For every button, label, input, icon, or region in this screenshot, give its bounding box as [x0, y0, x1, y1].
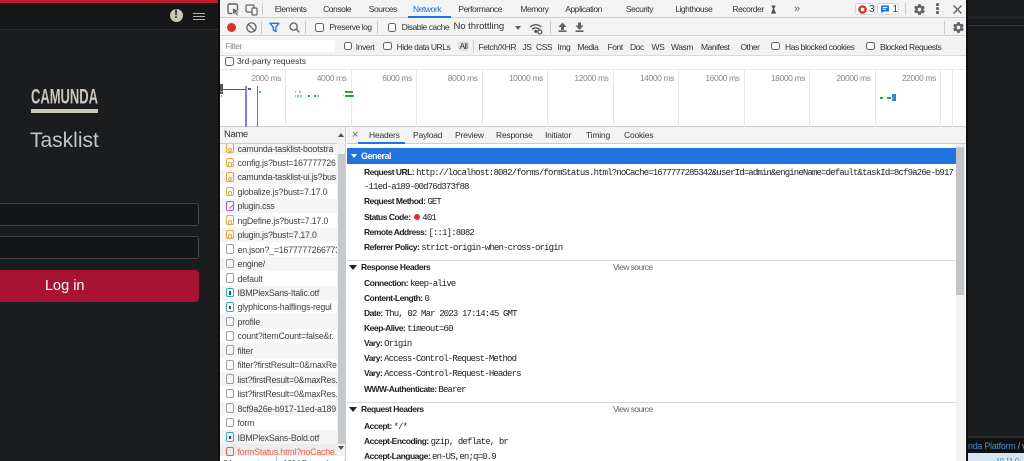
- svg-text:CAMUNDA: CAMUNDA: [31, 88, 98, 108]
